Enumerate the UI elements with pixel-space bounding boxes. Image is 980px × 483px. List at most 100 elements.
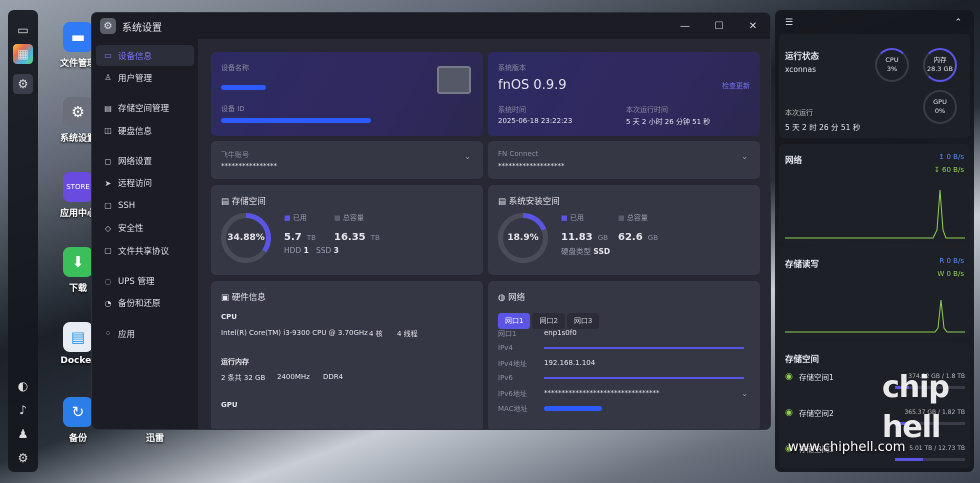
- sidebar-item-label: SSH: [118, 200, 136, 211]
- sidebar-item-label: UPS 管理: [118, 277, 155, 288]
- sidebar-item-0[interactable]: ▭ 设备信息: [96, 45, 194, 66]
- sidebar-item-label: 存储空间管理: [118, 104, 170, 115]
- status-card: 运行状态 xconnas 本次运行 5 天 2 时 26 分 51 秒 CPU 3…: [779, 34, 970, 138]
- settings-icon[interactable]: ⚙: [13, 74, 33, 94]
- disk-icon: ▤: [498, 197, 509, 207]
- maximize-button[interactable]: ☐: [702, 13, 736, 39]
- sidebar-item-label: 远程访问: [118, 179, 153, 190]
- help-icon[interactable]: ◐: [13, 376, 33, 396]
- ipv6-topology: [544, 377, 744, 379]
- storage-total-label: 总容量: [342, 214, 364, 222]
- sidebar-item-9[interactable]: ◌ UPS 管理: [96, 271, 194, 292]
- sidebar-item-6[interactable]: ▢ SSH: [96, 195, 194, 216]
- settings-icon: ⚙: [100, 18, 116, 34]
- ipv4-topology: [544, 347, 744, 349]
- device-name-label: 设备名称: [221, 64, 249, 72]
- network-card: ◍ 网络 网口1 网口2 网口3 网口1 enp1s0f0 IPv4 IPv4地址 …: [488, 281, 760, 429]
- device-id-redacted: [221, 118, 371, 123]
- feiniu-label: 飞牛账号: [221, 151, 249, 159]
- disk-type: SSD: [593, 247, 611, 256]
- device-id-label: 设备 ID: [221, 105, 245, 113]
- system-install-percent: 18.9%: [503, 218, 543, 258]
- docker-icon: ▤: [63, 322, 93, 352]
- volume-name: 存储空间1: [799, 373, 834, 382]
- check-update-link[interactable]: 检查更新: [722, 81, 750, 91]
- system-card: 系统版本 fnOS 0.9.9 检查更新 系统时间 2025-06-18 23:…: [488, 52, 760, 136]
- chevron-down-icon[interactable]: ⌄: [741, 152, 748, 161]
- sidebar-item-5[interactable]: ➤ 远程访问: [96, 173, 194, 194]
- network-tabs: 网口1 网口2 网口3: [498, 308, 601, 329]
- sidebar-icon: ◻: [104, 156, 112, 166]
- sidebar-item-label: 备份和还原: [118, 299, 161, 310]
- sidebar-item-label: 网络设置: [118, 157, 153, 168]
- apps-icon[interactable]: ▦: [13, 44, 33, 64]
- volume-name: 存储空间2: [799, 409, 834, 418]
- disk-icon: ◉: [785, 408, 793, 418]
- system-time: 2025-06-18 23:22:23: [498, 117, 573, 125]
- device-image-icon: [437, 66, 471, 94]
- memory-size: 2 条共 32 GB: [221, 374, 266, 382]
- ipv4-address: 192.168.1.104: [544, 359, 596, 367]
- minimize-button[interactable]: —: [668, 13, 702, 39]
- folder-icon: ▬: [63, 22, 93, 52]
- chevron-down-icon[interactable]: ⌄: [741, 389, 748, 398]
- network-panel-card: 网络 ↥ 0 B/s ↧ 60 B/s: [779, 144, 970, 244]
- net-upload: ↥ 0 B/s: [938, 153, 964, 161]
- sidebar-item-1[interactable]: ♙ 用户管理: [96, 67, 194, 88]
- memory-gauge: 内存 28.3 GB: [923, 48, 957, 82]
- sidebar-icon: ▢: [104, 201, 112, 211]
- uptime-label: 本次运行时间: [626, 106, 668, 114]
- cpu-gauge: CPU 3%: [875, 48, 909, 82]
- sidebar-item-2[interactable]: ▤ 存储空间管理: [96, 98, 194, 119]
- close-button[interactable]: ✕: [736, 13, 770, 39]
- cpu-label: CPU: [221, 313, 237, 321]
- disk-read: R 0 B/s: [939, 257, 964, 265]
- settings-window: ⚙ 系统设置 — ☐ ✕ ▭ 设备信息 ♙ 用户管理 ▤ 存储空间管理 ◫ 硬盘信息 ◻ 网络设置…: [91, 12, 771, 430]
- tab-port1[interactable]: 网口1: [498, 313, 531, 329]
- hardware-card: ▣ 硬件信息 CPU Intel(R) Core(TM) i3-9300 CPU…: [211, 281, 483, 429]
- uptime: 5 天 2 小时 26 分钟 51 秒: [626, 118, 711, 126]
- disk-sparkline: [785, 299, 965, 333]
- bell-icon[interactable]: ♪: [13, 400, 33, 420]
- disk-write: W 0 B/s: [937, 270, 964, 278]
- cpu-cores: 4 核: [369, 330, 383, 338]
- sidebar-icon: ◌: [104, 276, 112, 286]
- sidebar-item-10[interactable]: ◔ 备份和还原: [96, 293, 194, 314]
- feiniu-account-card[interactable]: 飞牛账号 **************** ⌄: [211, 141, 483, 179]
- tab-port2[interactable]: 网口2: [532, 313, 565, 329]
- gear-icon[interactable]: ⚙: [13, 448, 33, 468]
- filter-icon[interactable]: ☰: [785, 18, 793, 28]
- storage-used: 5.7: [284, 232, 302, 243]
- display-icon[interactable]: ▭: [13, 20, 33, 40]
- chevron-down-icon[interactable]: ⌄: [464, 152, 471, 161]
- sidebar-item-label: 硬盘信息: [118, 126, 153, 137]
- system-install-total: 62.6: [618, 232, 643, 243]
- device-name-redacted: [221, 85, 266, 90]
- sidebar-icon: ▤: [104, 103, 112, 113]
- sidebar-item-4[interactable]: ◻ 网络设置: [96, 151, 194, 172]
- fnconnect-value: *******************: [498, 162, 565, 170]
- sidebar-item-label: 用户管理: [118, 73, 153, 84]
- hardware-title: 硬件信息: [231, 293, 266, 303]
- download-icon: ⬇: [63, 247, 93, 277]
- sidebar-item-7[interactable]: ◇ 安全性: [96, 218, 194, 239]
- memory-label: 运行内存: [221, 358, 249, 366]
- disk-icon: ◉: [785, 372, 793, 382]
- sidebar-item-11[interactable]: ⁘ 应用: [96, 323, 194, 344]
- sidebar-icon: ⁘: [104, 329, 112, 339]
- chip-icon: ▣: [221, 293, 232, 303]
- ssd-count: 3: [333, 246, 339, 255]
- tab-port3[interactable]: 网口3: [566, 313, 600, 329]
- sidebar-icon: ▭: [104, 51, 112, 60]
- user-icon[interactable]: ♟: [13, 424, 33, 444]
- collapse-icon[interactable]: ⌃: [954, 18, 962, 28]
- fn-connect-card[interactable]: FN Connect ******************* ⌄: [488, 141, 760, 179]
- gpu-label: GPU: [221, 401, 238, 409]
- sidebar-icon: ➤: [104, 178, 112, 188]
- gear-icon: ⚙: [63, 97, 93, 127]
- cpu-model: Intel(R) Core(TM) i3-9300 CPU @ 3.70GHz: [221, 329, 368, 337]
- sidebar-item-8[interactable]: ▢ 文件共享协议: [96, 240, 194, 261]
- sidebar-item-3[interactable]: ◫ 硬盘信息: [96, 120, 194, 141]
- ipv6-address: *********************************: [544, 389, 660, 397]
- backup-icon: ↻: [63, 397, 93, 427]
